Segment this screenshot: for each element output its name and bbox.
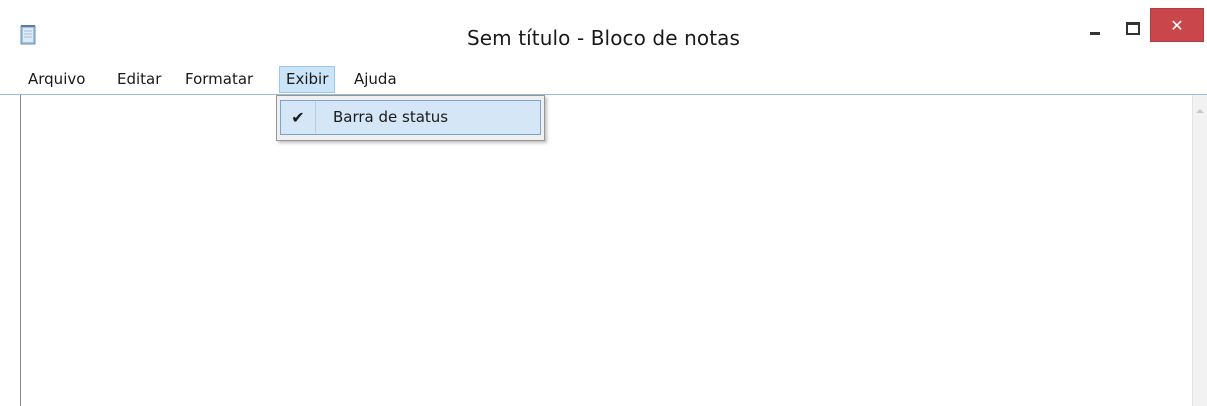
menu-item-barra-de-status[interactable]: ✔ Barra de status: [280, 100, 541, 135]
menu-arquivo[interactable]: Arquivo: [22, 66, 91, 93]
check-column: ✔: [281, 101, 316, 134]
menu-bar: Arquivo Editar Formatar Exibir Ajuda: [0, 64, 1207, 95]
maximize-button[interactable]: [1118, 12, 1148, 44]
menu-exibir[interactable]: Exibir: [279, 66, 336, 93]
scroll-up-arrow-icon[interactable]: [1196, 109, 1204, 113]
minimize-icon: [1090, 31, 1100, 35]
menu-formatar[interactable]: Formatar: [179, 66, 259, 93]
menu-item-label: Barra de status: [333, 108, 449, 126]
notepad-window: Sem título - Bloco de notas ✕ Arquivo Ed…: [0, 0, 1207, 406]
checkmark-icon: ✔: [291, 108, 305, 127]
title-bar[interactable]: Sem título - Bloco de notas ✕: [0, 0, 1207, 64]
maximize-icon: [1126, 21, 1140, 35]
exibir-dropdown-menu: ✔ Barra de status: [276, 95, 545, 141]
close-button[interactable]: ✕: [1150, 8, 1204, 42]
close-icon: ✕: [1170, 15, 1184, 35]
minimize-button[interactable]: [1080, 12, 1110, 44]
menu-ajuda[interactable]: Ajuda: [348, 66, 403, 93]
window-title: Sem título - Bloco de notas: [466, 26, 741, 50]
vertical-scrollbar[interactable]: [1192, 95, 1207, 406]
menu-editar[interactable]: Editar: [111, 66, 167, 93]
text-editor[interactable]: [20, 95, 1192, 406]
